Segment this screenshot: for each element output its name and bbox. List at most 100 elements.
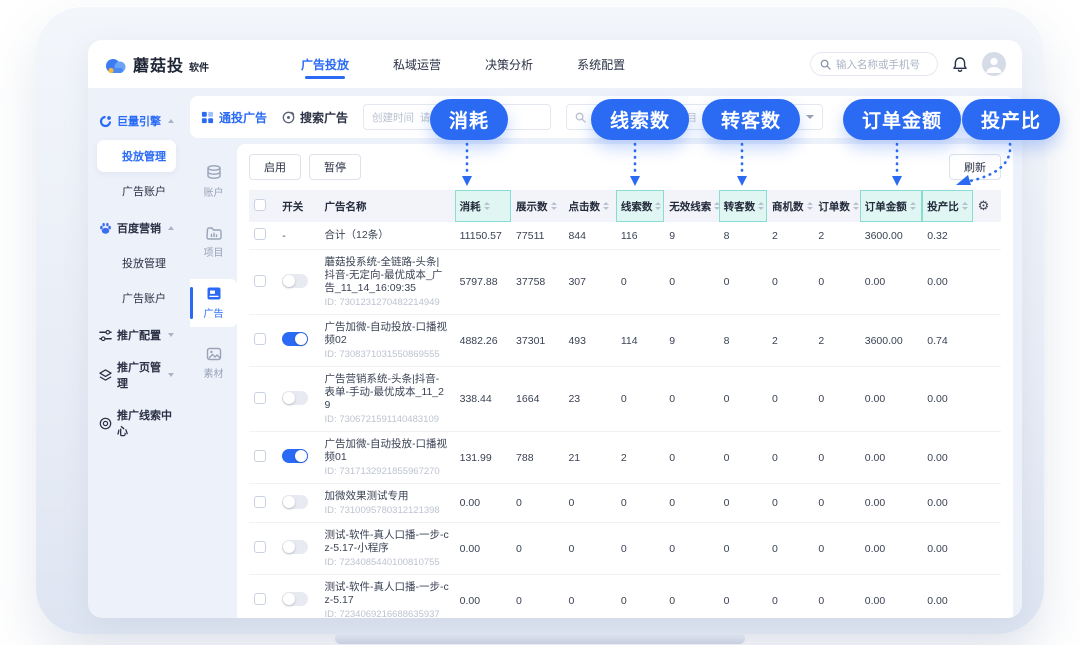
row-select-cell (249, 484, 277, 523)
sidebar-item-ad-accounts[interactable]: 广告账户 (97, 175, 176, 207)
row-checkbox[interactable] (254, 593, 266, 605)
column-label: 展示数 (516, 199, 548, 214)
sort-icon[interactable] (655, 202, 661, 210)
column-header-2[interactable]: 消耗 (455, 190, 511, 222)
metric-cell-3: 114 (616, 315, 664, 367)
sort-up-icon (655, 202, 661, 205)
sidebar-group-oceanengine[interactable]: 巨量引擎 (97, 108, 176, 134)
column-header-9[interactable]: 订单数 (813, 190, 859, 222)
metric-cell-4: 0 (664, 432, 718, 484)
metric-cell-5: 0 (719, 484, 767, 523)
ad-switch-toggle[interactable] (282, 332, 308, 346)
column-header-11[interactable]: 投产比 (922, 190, 972, 222)
ad-switch-toggle[interactable] (282, 495, 308, 509)
ad-switch-toggle[interactable] (282, 540, 308, 554)
column-header-label: 广告名称 (325, 199, 450, 214)
metric-cell-5: 8 (719, 315, 767, 367)
sort-up-icon (807, 202, 813, 205)
select-all-checkbox[interactable] (254, 199, 266, 211)
column-header-10[interactable]: 订单金额 (860, 190, 922, 222)
header-settings-cell: ⚙ (973, 190, 1001, 222)
row-checkbox[interactable] (254, 450, 266, 462)
pause-button[interactable]: 暂停 (309, 154, 361, 180)
row-select-cell (249, 432, 277, 484)
row-select-cell (249, 523, 277, 575)
sort-icon[interactable] (603, 202, 609, 210)
row-checkbox[interactable] (254, 496, 266, 508)
nav-tab-ad-delivery[interactable]: 广告投放 (301, 40, 349, 88)
ads-table-card: 启用 暂停 刷新 开关广告名称消耗展示数点击数线索数无效线索转客数商机数订单数订… (237, 144, 1013, 618)
nav-tab-system-config[interactable]: 系统配置 (577, 40, 625, 88)
main-nav: 广告投放 私域运营 决策分析 系统配置 (301, 40, 625, 88)
column-header-label: 订单金额 (865, 199, 917, 214)
sidebar-item-baidu-ad-accounts[interactable]: 广告账户 (97, 282, 176, 314)
ad-switch-toggle[interactable] (282, 449, 308, 463)
metric-cell-5: 0 (719, 432, 767, 484)
row-checkbox[interactable] (254, 392, 266, 404)
refresh-button[interactable]: 刷新 (949, 154, 1001, 180)
topbar: 蘑菇投 软件 广告投放 私域运营 决策分析 系统配置 输入名称或手机号 (88, 40, 1022, 88)
sidebar: 巨量引擎 投放管理 广告账户 百度营销 投放管理 (88, 88, 185, 618)
metric-cell-6: 2 (767, 315, 813, 367)
column-header-5[interactable]: 线索数 (616, 190, 664, 222)
metric-cell-8: 0.00 (860, 367, 922, 432)
column-header-4[interactable]: 点击数 (563, 190, 615, 222)
device-base (335, 633, 745, 644)
nav-tab-decision-analysis[interactable]: 决策分析 (485, 40, 533, 88)
table-row: 广告营销系统-头条|抖音-表单-手动-最优成本_11_29ID: 7306721… (249, 367, 1001, 432)
sort-icon[interactable] (758, 202, 764, 210)
column-header-6[interactable]: 无效线索 (664, 190, 718, 222)
sort-icon[interactable] (910, 202, 916, 210)
sort-icon[interactable] (853, 202, 859, 210)
column-label: 商机数 (772, 199, 804, 214)
ad-name-cell: 蘑菇投系统-全链路-头条|抖音-无定向-最优成本_广告_11_14_16:09:… (320, 250, 455, 315)
row-checkbox[interactable] (254, 275, 266, 287)
sort-up-icon (484, 202, 490, 205)
global-search-input[interactable]: 输入名称或手机号 (810, 52, 938, 76)
row-checkbox[interactable] (254, 333, 266, 345)
sort-icon[interactable] (807, 202, 813, 210)
sort-up-icon (603, 202, 609, 205)
sort-down-icon (758, 207, 764, 210)
row-select-cell (249, 222, 277, 250)
sidebar-item-baidu-delivery-management[interactable]: 投放管理 (97, 247, 176, 279)
ad-switch-toggle[interactable] (282, 274, 308, 288)
metric-cell-5: 8 (719, 222, 767, 250)
column-header-3[interactable]: 展示数 (511, 190, 563, 222)
rail-tab-accounts[interactable]: 账户 (190, 158, 237, 206)
nav-tab-private-ops[interactable]: 私域运营 (393, 40, 441, 88)
rail-tab-ads[interactable]: 广告 (190, 279, 237, 327)
switch-placeholder: - (282, 230, 286, 242)
metric-cell-2: 0 (563, 523, 615, 575)
sort-icon[interactable] (714, 202, 718, 210)
ad-switch-toggle[interactable] (282, 592, 308, 606)
user-avatar[interactable] (982, 52, 1006, 76)
column-header-7[interactable]: 转客数 (719, 190, 767, 222)
row-checkbox[interactable] (254, 228, 266, 240)
metric-cell-8: 0.00 (860, 484, 922, 523)
enable-button[interactable]: 启用 (249, 154, 301, 180)
sidebar-item-lead-center[interactable]: 推广线索中心 (97, 402, 176, 444)
column-header-8[interactable]: 商机数 (767, 190, 813, 222)
rail-tab-projects[interactable]: 项目 (190, 219, 237, 266)
column-settings-icon[interactable]: ⚙ (978, 198, 990, 213)
tab-general-ads[interactable]: 通投广告 (201, 109, 267, 126)
sort-icon[interactable] (484, 202, 490, 210)
row-checkbox[interactable] (254, 541, 266, 553)
sort-icon[interactable] (551, 202, 557, 210)
row-settings-cell (973, 315, 1001, 367)
sort-icon[interactable] (962, 202, 968, 210)
search-icon (575, 112, 586, 123)
rail-tab-creatives[interactable]: 素材 (190, 340, 237, 387)
metric-cell-7: 0 (813, 432, 859, 484)
ad-switch-toggle[interactable] (282, 391, 308, 405)
sidebar-group-landing-pages[interactable]: 推广页管理 (97, 354, 176, 396)
sidebar-item-delivery-management[interactable]: 投放管理 (97, 140, 176, 172)
notification-bell-icon[interactable] (952, 56, 968, 73)
metric-cell-0: 338.44 (455, 367, 511, 432)
metric-cell-1: 77511 (511, 222, 563, 250)
metric-cell-3: 0 (616, 575, 664, 619)
tab-search-ads[interactable]: 搜索广告 (282, 109, 348, 126)
sidebar-group-baidu-marketing[interactable]: 百度营销 (97, 215, 176, 241)
sidebar-group-promo-config[interactable]: 推广配置 (97, 322, 176, 348)
